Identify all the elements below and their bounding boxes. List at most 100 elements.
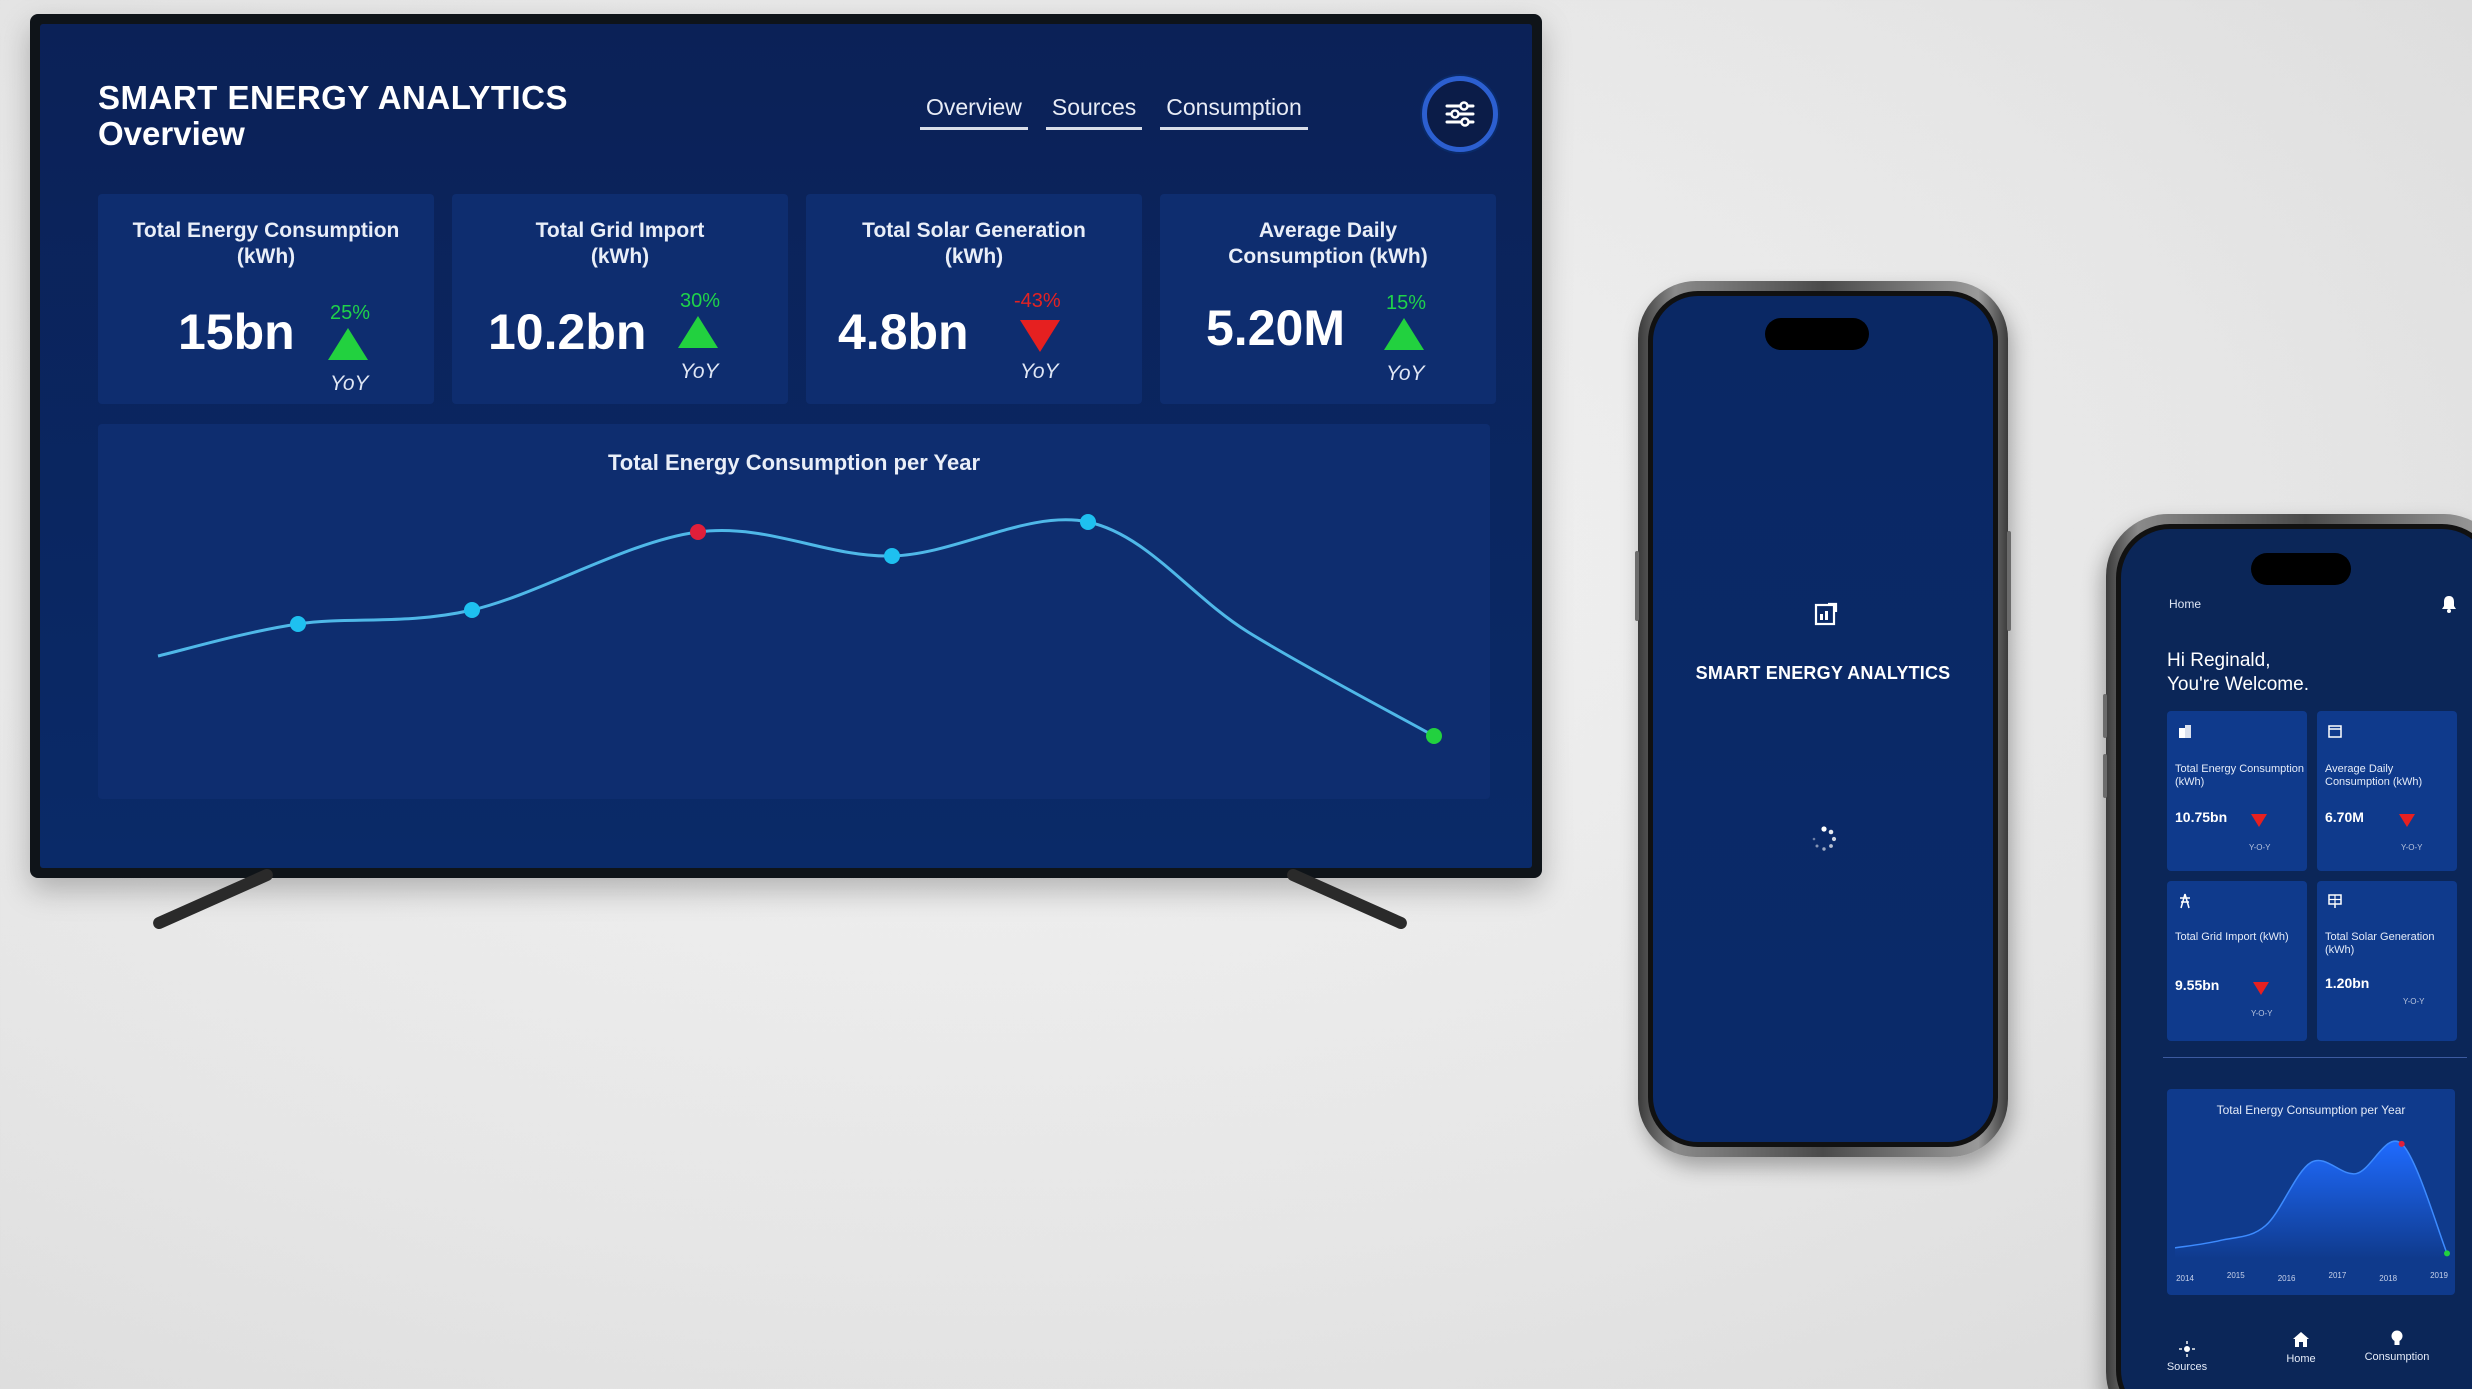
splash-title: SMART ENERGY ANALYTICS: [1695, 663, 1951, 683]
kpi-yoy: YoY: [330, 372, 369, 395]
nav-sources[interactable]: Sources: [1045, 94, 1143, 130]
dynamic-island: [1765, 318, 1869, 350]
page-title: Overview: [98, 115, 245, 152]
building-icon: [2179, 725, 2191, 738]
dynamic-island: [2251, 553, 2351, 585]
sliders-icon: [1445, 101, 1475, 127]
kpi-label: Total Solar Generation: [862, 219, 1086, 242]
trend-down-icon: [2253, 982, 2269, 995]
calendar-icon: [2328, 725, 2342, 738]
x-tick-label: 2018: [2379, 1274, 2397, 1283]
kpi-value: 6.70M: [2325, 809, 2364, 825]
x-tick-label: 2016: [2278, 1274, 2296, 1283]
loading-spinner-icon: [1812, 826, 1837, 851]
kpi-label: Total Grid Import: [535, 219, 705, 242]
filter-button[interactable]: [1422, 76, 1498, 152]
kpi-label: Total Energy Consumption (kWh): [2175, 763, 2305, 788]
data-point: [690, 524, 706, 540]
data-point: [464, 602, 480, 618]
kpi-value: 10.2bn: [488, 304, 647, 360]
trend-down-icon: [2251, 814, 2267, 827]
kpi-change: 25%: [330, 302, 371, 324]
greeting-line: Hi Reginald,: [2167, 650, 2271, 671]
phone-splash: SMART ENERGY ANALYTICS: [1635, 281, 2011, 1157]
greeting-line: You're Welcome.: [2167, 674, 2309, 695]
kpi-card-grid-import[interactable]: Total Grid Import (kWh) 9.55bn Y-O-Y: [2167, 881, 2307, 1041]
sun-icon: [2179, 1341, 2195, 1357]
kpi-yoy: Y-O-Y: [2401, 843, 2423, 852]
mini-chart-panel: Total Energy Consumption per Year 2014 20…: [2167, 1089, 2455, 1295]
kpi-yoy: YoY: [680, 360, 719, 383]
kpi-card-solar-generation[interactable]: Total Solar Generation (kWh) 1.20bn Y-O-…: [2317, 881, 2457, 1041]
kpi-label: Total Grid Import (kWh): [2175, 931, 2289, 943]
series-line: [157, 518, 1435, 738]
kpi-label-unit: Consumption (kWh): [1228, 245, 1428, 268]
tab-label: Consumption: [2364, 1351, 2430, 1363]
kpi-value: 9.55bn: [2175, 977, 2220, 993]
x-tick-label: 2017: [2329, 1271, 2347, 1280]
tab-label: Sources: [2166, 1361, 2208, 1373]
kpi-card-solar-generation: Total Solar Generation (kWh) 4.8bn -43% …: [806, 194, 1142, 404]
solar-panel-icon: [2328, 894, 2342, 908]
kpi-label: Average Daily Consumption (kWh): [2325, 763, 2423, 788]
kpi-yoy: Y-O-Y: [2249, 843, 2271, 852]
kpi-card-total-consumption: Total Energy Consumption (kWh) 15bn 25% …: [98, 194, 434, 404]
kpi-value: 5.20M: [1206, 300, 1345, 356]
divider: [2163, 1057, 2467, 1058]
kpi-card-average-daily: Average Daily Consumption (kWh) 5.20M 15…: [1160, 194, 1496, 404]
home-screen: Home Hi Reginald, You're Welcome. Total …: [2116, 524, 2472, 1389]
kpi-label: Average Daily: [1258, 219, 1398, 242]
greeting: Hi Reginald, You're Welcome.: [2167, 649, 2309, 697]
kpi-value: 10.75bn: [2175, 809, 2228, 825]
volume-up-button: [2103, 694, 2107, 738]
kpi-card-grid-import: Total Grid Import (kWh) 10.2bn 30% YoY: [452, 194, 788, 404]
x-tick-label: 2014: [2176, 1274, 2194, 1283]
splash-screen: SMART ENERGY ANALYTICS: [1648, 291, 1998, 1147]
kpi-label-unit: (kWh): [944, 245, 1004, 268]
tab-sources[interactable]: Sources: [2147, 1341, 2227, 1373]
x-tick-label: 2019: [2430, 1271, 2448, 1280]
trend-down-icon: [2399, 814, 2415, 827]
kpi-label-unit: (kWh): [590, 245, 650, 268]
kpi-yoy: YoY: [1020, 360, 1059, 383]
data-point: [2444, 1250, 2450, 1257]
power-button: [2007, 531, 2011, 631]
data-point: [1080, 514, 1096, 530]
data-point: [884, 548, 900, 564]
kpi-label: Total Solar Generation (kWh): [2325, 931, 2435, 956]
kpi-change: 30%: [680, 290, 721, 312]
data-point: [290, 616, 306, 632]
trend-up-icon: [1384, 318, 1424, 350]
kpi-value: 1.20bn: [2325, 975, 2370, 991]
kpi-card-average-daily[interactable]: Average Daily Consumption (kWh) 6.70M Y-…: [2317, 711, 2457, 871]
consumption-chart-panel: Total Energy Consumption per Year: [98, 424, 1490, 799]
kpi-yoy: Y-O-Y: [2403, 997, 2425, 1006]
tab-label: Home: [2286, 1353, 2316, 1365]
nav-overview[interactable]: Overview: [920, 94, 1028, 130]
tab-home[interactable]: Home: [2261, 1331, 2341, 1365]
kpi-value: 15bn: [178, 304, 295, 360]
screen-header: Home: [2169, 597, 2202, 611]
consumption-area-chart: 2014 2015 2016 2017 2018 2019: [2174, 1140, 2450, 1283]
consumption-line-chart: [157, 514, 1442, 744]
chart-logo-icon: [1814, 602, 1838, 626]
bottom-tab-bar: Sources Home Consumption: [2121, 1329, 2472, 1389]
bell-icon[interactable]: [2441, 595, 2457, 613]
phone-home: Home Hi Reginald, You're Welcome. Total …: [2103, 514, 2472, 1389]
kpi-change: 15%: [1386, 292, 1427, 314]
volume-button: [1635, 551, 1639, 621]
nav-consumption[interactable]: Consumption: [1160, 94, 1308, 130]
data-point: [2398, 1140, 2405, 1147]
kpi-yoy: Y-O-Y: [2251, 1009, 2273, 1018]
data-point: [1426, 728, 1442, 744]
tv-monitor: SMART ENERGY ANALYTICS Overview Overview…: [30, 14, 1542, 878]
home-icon: [2293, 1332, 2309, 1347]
tab-consumption[interactable]: Consumption: [2347, 1329, 2447, 1363]
trend-up-icon: [328, 328, 368, 360]
volume-down-button: [2103, 754, 2107, 798]
kpi-card-total-consumption[interactable]: Total Energy Consumption (kWh) 10.75bn Y…: [2167, 711, 2307, 871]
trend-up-icon: [678, 316, 718, 348]
kpi-label: Total Energy Consumption: [132, 219, 400, 242]
kpi-change: -43%: [1014, 290, 1061, 312]
bulb-icon: [2391, 1330, 2403, 1345]
